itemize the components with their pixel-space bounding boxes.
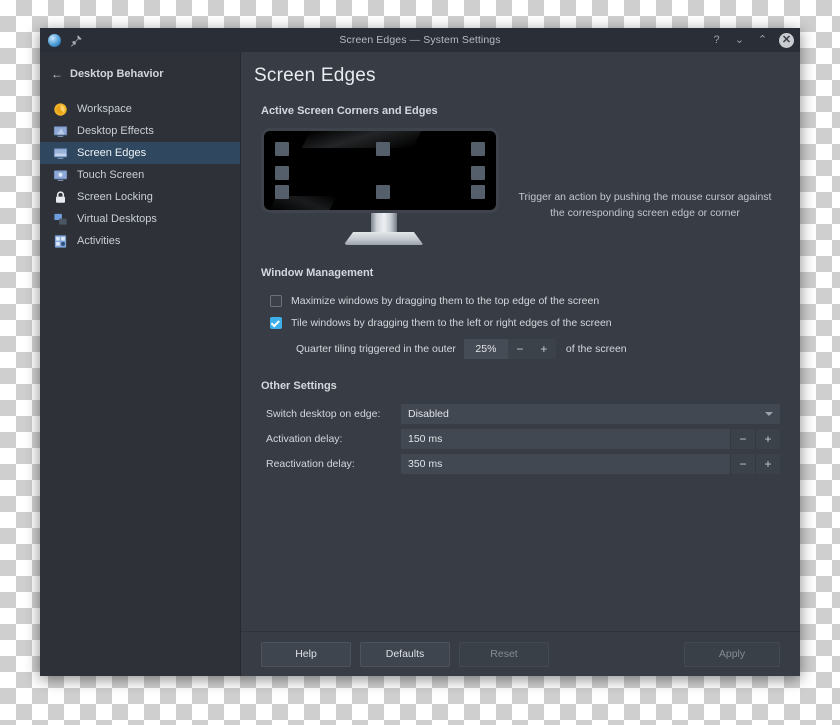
app-circle-icon [48, 33, 61, 47]
desktop-effects-icon [53, 125, 68, 137]
sidebar-item-virtual-desktops[interactable]: Virtual Desktops [40, 208, 240, 230]
quarter-tiling-decrement-button[interactable]: − [507, 339, 532, 359]
close-icon[interactable]: ✕ [779, 32, 794, 48]
sidebar-item-label: Activities [77, 235, 121, 247]
tile-checkbox[interactable] [270, 317, 282, 329]
quarter-tiling-row: Quarter tiling triggered in the outer 25… [261, 337, 780, 361]
chevron-down-icon [765, 412, 773, 416]
edge-button-left-edge[interactable] [275, 166, 289, 180]
pin-icon[interactable] [70, 34, 83, 47]
help-button[interactable]: ? [710, 34, 723, 47]
edge-button-bottom-right-corner[interactable] [471, 185, 485, 199]
maximize-checkbox-label: Maximize windows by dragging them to the… [291, 295, 600, 307]
corners-description: Trigger an action by pushing the mouse c… [518, 191, 772, 219]
workspace-icon [54, 102, 67, 116]
switch-desktop-label: Switch desktop on edge: [266, 408, 381, 420]
quarter-tiling-value[interactable]: 25% [463, 339, 508, 359]
page-title: Screen Edges [254, 65, 376, 86]
sidebar-item-label: Virtual Desktops [77, 213, 157, 225]
content-pane: Screen Edges Active Screen Corners and E… [241, 52, 800, 676]
corners-section-heading: Active Screen Corners and Edges [261, 105, 438, 117]
sidebar-item-workspace[interactable]: Workspace [40, 98, 240, 120]
sidebar-item-label: Workspace [77, 103, 132, 115]
activation-delay-row: Activation delay: 150 ms − + [261, 428, 780, 450]
sidebar-item-label: Screen Edges [77, 147, 147, 159]
switch-desktop-value: Disabled [408, 408, 449, 420]
reactivation-delay-value[interactable]: 350 ms [401, 454, 730, 474]
monitor-preview-row: Trigger an action by pushing the mouse c… [261, 128, 780, 245]
sidebar-item-touch-screen[interactable]: Touch Screen [40, 164, 240, 186]
system-settings-window: Screen Edges — System Settings ? ⌄ ⌃ ✕ ←… [40, 28, 800, 676]
quarter-tiling-increment-button[interactable]: + [531, 339, 556, 359]
window-titlebar[interactable]: Screen Edges — System Settings ? ⌄ ⌃ ✕ [40, 28, 800, 52]
activation-delay-spinbox[interactable]: 150 ms − + [401, 429, 780, 449]
reactivation-delay-decrement-button[interactable]: − [730, 454, 755, 474]
sidebar-item-label: Screen Locking [77, 191, 153, 203]
sidebar-item-screen-edges[interactable]: Screen Edges [40, 142, 240, 164]
reactivation-delay-spinbox[interactable]: 350 ms − + [401, 454, 780, 474]
activation-delay-value[interactable]: 150 ms [401, 429, 730, 449]
monitor-preview [261, 128, 506, 245]
edge-button-top-edge[interactable] [376, 142, 390, 156]
touch-screen-icon [53, 169, 68, 181]
quarter-tiling-spinbox[interactable]: 25% − + [463, 339, 556, 359]
tile-checkbox-label: Tile windows by dragging them to the lef… [291, 317, 612, 329]
virtual-desktops-icon [54, 213, 67, 225]
reset-button: Reset [459, 641, 549, 667]
other-settings-fields: Switch desktop on edge: Disabled Activat… [261, 403, 780, 475]
tile-checkbox-row[interactable]: Tile windows by dragging them to the lef… [261, 312, 780, 334]
edge-button-top-right-corner[interactable] [471, 142, 485, 156]
screen-edges-icon [53, 147, 68, 159]
back-to-desktop-behavior[interactable]: ← Desktop Behavior [40, 59, 240, 89]
lock-icon [56, 190, 65, 203]
sidebar-item-desktop-effects[interactable]: Desktop Effects [40, 120, 240, 142]
sidebar-item-label: Desktop Effects [77, 125, 154, 137]
window-controls: ? ⌄ ⌃ ✕ [710, 32, 794, 48]
window-management-heading: Window Management [261, 267, 374, 279]
quarter-tiling-prefix: Quarter tiling triggered in the outer [296, 343, 456, 355]
back-arrow-icon: ← [51, 67, 63, 81]
sidebar-item-label: Touch Screen [77, 169, 145, 181]
maximize-checkbox-row[interactable]: Maximize windows by dragging them to the… [261, 290, 780, 312]
settings-scroll-area: Active Screen Corners and Edges Trigger … [241, 87, 800, 631]
monitor-stand-base [343, 232, 424, 245]
activation-delay-increment-button[interactable]: + [755, 429, 780, 449]
activation-delay-decrement-button[interactable]: − [730, 429, 755, 449]
chevron-down-icon[interactable]: ⌄ [733, 34, 746, 47]
reactivation-delay-label: Reactivation delay: [266, 458, 355, 470]
edge-button-bottom-edge[interactable] [376, 185, 390, 199]
screen-edges-grid[interactable] [261, 128, 499, 213]
reactivation-delay-increment-button[interactable]: + [755, 454, 780, 474]
chevron-up-icon[interactable]: ⌃ [756, 34, 769, 47]
window-body: ← Desktop Behavior Workspace Desktop Eff… [40, 52, 800, 676]
dialog-button-bar: Help Defaults Reset Apply [241, 631, 800, 676]
switch-desktop-row: Switch desktop on edge: Disabled [261, 403, 780, 425]
screen-gloss-top [301, 131, 422, 148]
titlebar-left-icons [48, 33, 83, 47]
other-settings-heading: Other Settings [261, 380, 337, 392]
sidebar-item-screen-locking[interactable]: Screen Locking [40, 186, 240, 208]
window-title: Screen Edges — System Settings [339, 34, 501, 46]
sidebar: ← Desktop Behavior Workspace Desktop Eff… [40, 52, 241, 676]
back-label: Desktop Behavior [70, 68, 164, 80]
activities-icon [54, 234, 67, 248]
sidebar-item-activities[interactable]: Activities [40, 230, 240, 252]
edge-button-bottom-left-corner[interactable] [275, 185, 289, 199]
switch-desktop-select[interactable]: Disabled [401, 404, 780, 424]
monitor-stand-neck [370, 213, 397, 232]
reactivation-delay-row: Reactivation delay: 350 ms − + [261, 453, 780, 475]
apply-button: Apply [684, 641, 780, 667]
defaults-button[interactable]: Defaults [360, 641, 450, 667]
edge-button-top-left-corner[interactable] [275, 142, 289, 156]
activation-delay-label: Activation delay: [266, 433, 343, 445]
edge-button-right-edge[interactable] [471, 166, 485, 180]
help-button[interactable]: Help [261, 641, 351, 667]
maximize-checkbox[interactable] [270, 295, 282, 307]
quarter-tiling-suffix: of the screen [565, 343, 627, 355]
